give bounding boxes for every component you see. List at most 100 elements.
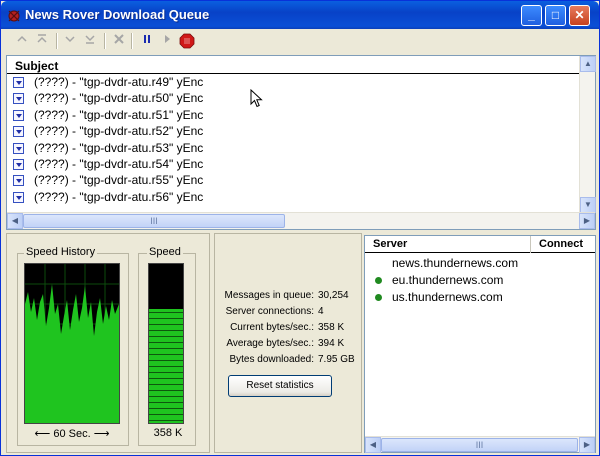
speed-history-duration: ⟵ 60 Sec. ⟶ bbox=[24, 427, 120, 440]
reset-statistics-button[interactable]: Reset statistics bbox=[228, 375, 332, 397]
server-horizontal-scrollbar[interactable]: ◀ III ▶ bbox=[365, 436, 595, 453]
meter-gridline bbox=[149, 378, 183, 379]
subject-text: (????) - "tgp-dvdr-atu.r53" yEnc bbox=[34, 140, 204, 155]
scroll-down-icon[interactable]: ▼ bbox=[580, 197, 596, 213]
play-icon[interactable] bbox=[159, 33, 175, 49]
stat-label: Current bytes/sec.: bbox=[230, 322, 314, 333]
download-arrow-icon bbox=[13, 142, 24, 154]
window-title: News Rover Download Queue bbox=[25, 7, 210, 22]
scroll-left-icon[interactable]: ◀ bbox=[7, 213, 23, 229]
meter-gridline bbox=[149, 330, 183, 331]
stat-messages-in-queue: Messages in queue: 30,254 bbox=[215, 290, 361, 304]
server-name: eu.thundernews.com bbox=[392, 273, 504, 287]
left-arrow-icon: ⟵ bbox=[34, 428, 51, 440]
speed-history-label: Speed History bbox=[24, 246, 98, 258]
column-divider[interactable] bbox=[530, 236, 531, 253]
speed-history-group: Speed History ⟵ 60 Sec. ⟶ bbox=[17, 246, 129, 446]
list-item[interactable]: (????) - "tgp-dvdr-atu.r54" yEnc bbox=[7, 156, 581, 172]
close-button[interactable]: ✕ bbox=[569, 5, 590, 26]
download-arrow-icon bbox=[13, 109, 24, 121]
list-item[interactable]: (????) - "tgp-dvdr-atu.r51" yEnc bbox=[7, 107, 581, 123]
download-queue-list[interactable]: Subject (????) - "tgp-dvdr-atu.r49" yEnc… bbox=[6, 55, 596, 230]
stat-value: 4 bbox=[318, 306, 324, 317]
stop-icon[interactable] bbox=[179, 33, 195, 49]
list-item[interactable]: (????) - "tgp-dvdr-atu.r52" yEnc bbox=[7, 123, 581, 139]
subject-text: (????) - "tgp-dvdr-atu.r55" yEnc bbox=[34, 173, 204, 188]
minimize-button[interactable]: _ bbox=[521, 5, 542, 26]
scroll-up-icon[interactable]: ▲ bbox=[580, 56, 596, 72]
connect-column-header[interactable]: Connect bbox=[539, 238, 583, 250]
stat-value: 30,254 bbox=[318, 290, 349, 301]
title-bar[interactable]: News Rover Download Queue _ □ ✕ bbox=[1, 1, 599, 29]
meter-gridline bbox=[149, 420, 183, 421]
scroll-right-icon[interactable]: ▶ bbox=[579, 437, 595, 453]
list-item[interactable]: (????) - "tgp-dvdr-atu.r50" yEnc bbox=[7, 90, 581, 106]
subject-text: (????) - "tgp-dvdr-atu.r52" yEnc bbox=[34, 124, 204, 139]
server-list[interactable]: Server Connect news.thundernews.com eu.t… bbox=[364, 235, 596, 453]
toolbar-separator bbox=[131, 33, 133, 49]
stat-label: Messages in queue: bbox=[224, 290, 314, 301]
download-arrow-icon bbox=[13, 126, 24, 138]
stat-label: Bytes downloaded: bbox=[229, 354, 314, 365]
server-row[interactable]: us.thundernews.com bbox=[365, 289, 595, 305]
list-item[interactable]: (????) - "tgp-dvdr-atu.r49" yEnc bbox=[7, 74, 581, 90]
speed-label: Speed bbox=[147, 246, 183, 258]
stat-value: 358 K bbox=[318, 322, 345, 333]
subject-text: (????) - "tgp-dvdr-atu.r50" yEnc bbox=[34, 91, 204, 106]
server-column-header[interactable]: Server bbox=[373, 238, 407, 250]
speed-history-plot bbox=[25, 264, 119, 423]
meter-gridline bbox=[149, 306, 183, 307]
maximize-button[interactable]: □ bbox=[545, 5, 566, 26]
subject-text: (????) - "tgp-dvdr-atu.r51" yEnc bbox=[34, 107, 204, 122]
scroll-thumb[interactable]: III bbox=[381, 438, 578, 452]
subject-column-label: Subject bbox=[15, 59, 59, 73]
meter-gridline bbox=[149, 318, 183, 319]
stat-label: Server connections: bbox=[225, 306, 314, 317]
move-bottom-icon[interactable] bbox=[82, 33, 98, 49]
queue-vertical-scrollbar[interactable]: ▲ ▼ bbox=[579, 56, 596, 213]
status-area: Speed History ⟵ 60 Sec. ⟶ Speed 358 K Me… bbox=[6, 233, 596, 453]
meter-gridline bbox=[149, 414, 183, 415]
toolbar bbox=[4, 29, 598, 55]
server-list-header: Server Connect bbox=[365, 236, 595, 253]
meter-gridline bbox=[149, 372, 183, 373]
stat-value: 7.95 GB bbox=[318, 354, 355, 365]
move-top-icon[interactable] bbox=[14, 33, 30, 49]
meter-gridline bbox=[149, 282, 183, 283]
speed-panel: Speed History ⟵ 60 Sec. ⟶ Speed 358 K bbox=[6, 233, 210, 453]
meter-gridline bbox=[149, 336, 183, 337]
meter-gridline bbox=[149, 354, 183, 355]
scroll-right-icon[interactable]: ▶ bbox=[579, 213, 595, 229]
right-arrow-icon: ⟶ bbox=[93, 428, 110, 440]
connected-status-icon bbox=[375, 277, 382, 284]
stat-value: 394 K bbox=[318, 338, 345, 349]
list-item[interactable]: (????) - "tgp-dvdr-atu.r55" yEnc bbox=[7, 172, 581, 188]
queue-horizontal-scrollbar[interactable]: ◀ III ▶ bbox=[7, 212, 595, 229]
pause-icon[interactable] bbox=[139, 33, 155, 49]
subject-text: (????) - "tgp-dvdr-atu.r49" yEnc bbox=[34, 75, 204, 89]
delete-icon[interactable] bbox=[111, 33, 127, 49]
speed-value: 358 K bbox=[153, 427, 183, 439]
list-item[interactable]: (????) - "tgp-dvdr-atu.r53" yEnc bbox=[7, 140, 581, 156]
connected-status-icon bbox=[375, 294, 382, 301]
scroll-left-icon[interactable]: ◀ bbox=[365, 437, 381, 453]
duration-label: 60 Sec. bbox=[53, 428, 91, 440]
server-row[interactable]: news.thundernews.com bbox=[365, 255, 595, 271]
stat-bytes-downloaded: Bytes downloaded: 7.95 GB bbox=[215, 354, 361, 368]
move-down-icon[interactable] bbox=[62, 33, 78, 49]
stat-server-connections: Server connections: 4 bbox=[215, 306, 361, 320]
meter-gridline bbox=[149, 288, 183, 289]
download-arrow-icon bbox=[13, 77, 24, 88]
subject-column-header[interactable]: Subject bbox=[7, 56, 581, 74]
speed-history-graph bbox=[24, 263, 120, 424]
server-name: us.thundernews.com bbox=[392, 290, 503, 304]
meter-gridline bbox=[149, 402, 183, 403]
move-up-icon[interactable] bbox=[34, 33, 50, 49]
server-row[interactable]: eu.thundernews.com bbox=[365, 272, 595, 288]
subject-text: (????) - "tgp-dvdr-atu.r54" yEnc bbox=[34, 156, 204, 171]
meter-gridline bbox=[149, 366, 183, 367]
scroll-thumb[interactable]: III bbox=[23, 214, 285, 228]
stat-average-bytes: Average bytes/sec.: 394 K bbox=[215, 338, 361, 352]
download-arrow-icon bbox=[13, 175, 24, 187]
list-item[interactable]: (????) - "tgp-dvdr-atu.r56" yEnc bbox=[7, 189, 581, 205]
